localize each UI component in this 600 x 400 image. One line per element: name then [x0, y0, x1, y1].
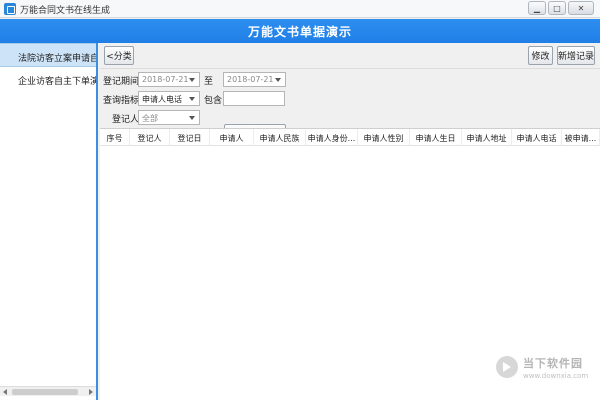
page-title: 万能文书单据演示 — [247, 24, 352, 39]
watermark-name: 当下软件园 — [523, 357, 583, 370]
column-header[interactable]: 申请人生日 — [410, 129, 462, 146]
column-header[interactable]: 登记日 — [170, 129, 210, 146]
column-header[interactable]: 申请人电话 — [512, 129, 562, 146]
date-from-picker[interactable]: 2018-07-21 — [138, 72, 200, 87]
column-header[interactable]: 申请人民族 — [254, 129, 306, 146]
chevron-down-icon — [189, 116, 195, 120]
column-header[interactable]: 序号 — [100, 129, 130, 146]
date-to-picker[interactable]: 2018-07-21 — [223, 72, 286, 87]
column-header[interactable]: 被申请... — [562, 129, 600, 146]
chevron-down-icon — [189, 78, 195, 82]
scrollbar-thumb[interactable] — [12, 389, 78, 395]
column-header[interactable]: 申请人性别 — [358, 129, 410, 146]
sidebar: 法院访客立案申请自主 企业访客自主下单演示 — [0, 43, 98, 400]
app-icon — [4, 3, 16, 15]
maximize-button[interactable]: □ — [548, 1, 566, 15]
chevron-down-icon — [275, 78, 281, 82]
close-button[interactable]: ✕ — [568, 1, 594, 15]
main-panel: <分类 修改 新增记录 登记期间 2018-07-21 至 2018-07-21… — [100, 43, 600, 400]
column-header[interactable]: 申请人 — [210, 129, 254, 146]
query-label: 查询指标 — [103, 96, 140, 106]
to-label: 至 — [204, 77, 214, 87]
toolbar-divider — [100, 68, 600, 69]
column-header[interactable]: 申请人地址 — [462, 129, 512, 146]
minimize-button[interactable]: ▁ — [528, 1, 546, 15]
scroll-left-icon[interactable] — [3, 389, 7, 395]
column-header[interactable]: 申请人身份... — [306, 129, 358, 146]
column-header[interactable]: 登记人 — [130, 129, 170, 146]
window-controls: ▁ □ ✕ — [528, 1, 594, 15]
sidebar-item-company-visitor[interactable]: 企业访客自主下单演示 — [0, 67, 96, 91]
query-field-value: 申请人电话 — [142, 95, 182, 104]
contains-input[interactable] — [223, 91, 285, 106]
watermark-url: www.downxia.com — [523, 372, 589, 380]
contains-label: 包含 — [204, 96, 223, 106]
minimize-icon: ▁ — [533, 3, 541, 13]
scroll-right-icon[interactable] — [89, 389, 93, 395]
date-to-value: 2018-07-21 — [227, 75, 274, 84]
edit-button[interactable]: 修改 — [528, 46, 553, 65]
table-header: 序号 登记人 登记日 申请人 申请人民族 申请人身份... 申请人性别 申请人生… — [100, 129, 600, 146]
registrar-value: 全部 — [142, 114, 158, 123]
window-title: 万能合同文书在线生成 — [20, 6, 111, 16]
close-icon: ✕ — [577, 3, 585, 13]
chevron-down-icon — [189, 97, 195, 101]
add-record-button[interactable]: 新增记录 — [557, 46, 595, 65]
query-field-select[interactable]: 申请人电话 — [138, 91, 200, 106]
date-from-value: 2018-07-21 — [142, 75, 189, 84]
registrar-label: 登记人 — [112, 115, 140, 125]
period-label: 登记期间 — [103, 77, 140, 87]
maximize-icon: □ — [553, 3, 561, 13]
watermark: 当下软件园 www.downxia.com — [496, 350, 596, 390]
back-to-category-button[interactable]: <分类 — [104, 46, 134, 65]
sidebar-item-court-visitor[interactable]: 法院访客立案申请自主 — [0, 43, 96, 67]
watermark-logo-icon — [496, 356, 518, 378]
title-bar: 万能合同文书在线生成 ▁ □ ✕ — [0, 0, 600, 18]
sidebar-horizontal-scrollbar[interactable] — [0, 386, 96, 396]
header-band: 万能文书单据演示 — [0, 19, 600, 43]
registrar-select[interactable]: 全部 — [138, 110, 200, 125]
